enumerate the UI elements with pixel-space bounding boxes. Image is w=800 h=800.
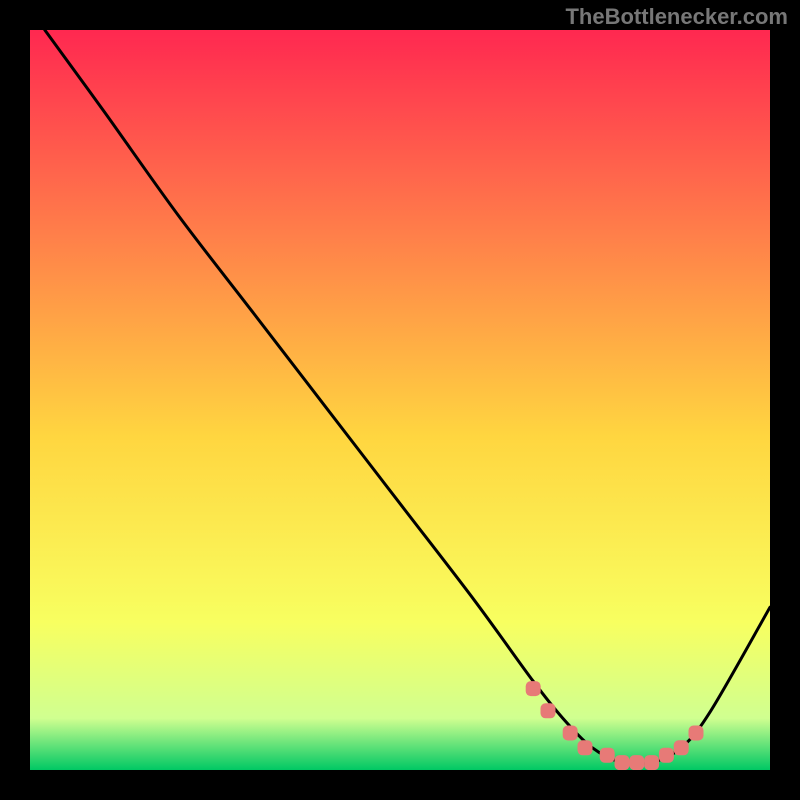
highlight-marker [689,726,704,741]
chart-svg [30,30,770,770]
watermark-text: TheBottleneсker.com [565,4,788,30]
highlight-marker [526,681,541,696]
highlight-marker [541,703,556,718]
chart-container: TheBottleneсker.com [0,0,800,800]
highlight-marker [644,755,659,770]
highlight-marker [674,740,689,755]
plot-area [30,30,770,770]
highlight-marker [629,755,644,770]
gradient-background [30,30,770,770]
highlight-marker [600,748,615,763]
highlight-marker [578,740,593,755]
highlight-marker [563,726,578,741]
highlight-marker [659,748,674,763]
highlight-marker [615,755,630,770]
